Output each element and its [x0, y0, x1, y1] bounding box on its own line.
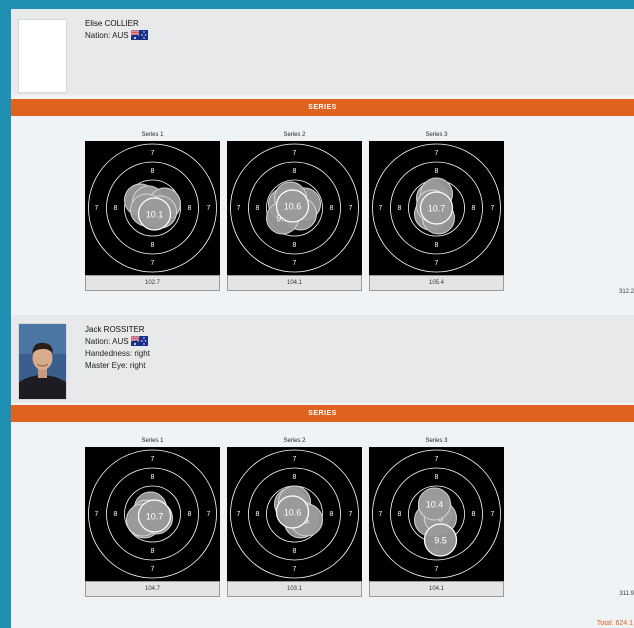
target-ring-number: 8	[398, 511, 402, 518]
target-ring-number: 7	[207, 511, 211, 518]
target-ring-number: 8	[114, 511, 118, 518]
target-ring-number: 8	[293, 548, 297, 555]
athlete-nation: Nation: AUS	[85, 30, 148, 42]
target-ring-number: 7	[435, 456, 439, 463]
target-ring-number: 7	[151, 150, 155, 157]
target-ring-number: 7	[491, 205, 495, 212]
target-diagram: 777788889.510.6	[227, 141, 362, 275]
series-score: 103.1	[227, 581, 362, 597]
target-ring-number: 7	[151, 260, 155, 267]
target-ring-number: 8	[435, 168, 439, 175]
target-ring-number: 8	[330, 205, 334, 212]
australia-flag-icon	[130, 336, 148, 346]
series-target: Series 1 77778888910.510.310.1 102.7	[85, 129, 220, 291]
series-target: Series 3 7 7 7 7 8 8 8 8 10.7 105.4	[369, 129, 504, 291]
target-ring-number: 8	[188, 511, 192, 518]
athlete-nation: Nation: AUS	[85, 336, 150, 348]
target-ring-number: 8	[151, 548, 155, 555]
series-score: 105.4	[369, 275, 504, 291]
nation-label: Nation: AUS	[85, 337, 129, 346]
target-ring-number: 7	[207, 205, 211, 212]
results-panel: Elise COLLIER Nation: AUS SERIES Series …	[11, 9, 634, 628]
athlete-photo	[18, 323, 67, 400]
target-diagram: 777788881010.49.5	[369, 447, 504, 581]
series-target: Series 2 777788889.510.6 104.1	[227, 129, 362, 291]
target-ring-number: 7	[379, 511, 383, 518]
shot-value: 10.7	[428, 204, 446, 214]
target-ring-number: 7	[293, 150, 297, 157]
target-diagram: 77778888910.510.310.1	[85, 141, 220, 275]
target-ring-number: 8	[256, 511, 260, 518]
target-ring-number: 8	[114, 205, 118, 212]
series-header-bar: SERIES	[11, 405, 634, 422]
series-target: Series 2 77778888510.6 103.1	[227, 435, 362, 597]
series-title: Series 2	[283, 438, 306, 444]
target-ring-number: 7	[379, 205, 383, 212]
target-ring-number: 8	[151, 242, 155, 249]
shot-value: 9.5	[434, 536, 447, 546]
nation-label: Nation: AUS	[85, 31, 129, 40]
target-ring-number: 7	[151, 566, 155, 573]
athlete-name: Elise COLLIER	[85, 19, 139, 28]
target-ring-number: 8	[472, 205, 476, 212]
athlete-subtotal: 312.2	[618, 289, 634, 295]
target-diagram: 77778888110.7	[85, 447, 220, 581]
athlete-master-eye: Master Eye: right	[85, 361, 146, 370]
target-ring-number: 7	[293, 566, 297, 573]
target-ring-number: 8	[293, 168, 297, 175]
series-title: Series 3	[425, 132, 448, 138]
target-ring-number: 8	[293, 242, 297, 249]
grand-total: Total: 624.1	[596, 620, 633, 627]
series-title: Series 2	[283, 132, 306, 138]
target-ring-number: 8	[151, 474, 155, 481]
target-ring-number: 8	[472, 511, 476, 518]
target-ring-number: 7	[349, 205, 353, 212]
target-ring-number: 7	[237, 205, 241, 212]
series-header-bar: SERIES	[11, 99, 634, 116]
target-ring-number: 8	[256, 205, 260, 212]
shot-value: 10.6	[284, 202, 302, 212]
target-ring-number: 8	[293, 474, 297, 481]
australia-flag-icon	[130, 30, 148, 40]
athlete-photo-placeholder	[18, 19, 67, 93]
target-ring-number: 7	[293, 456, 297, 463]
target-ring-number: 7	[435, 260, 439, 267]
target-ring-number: 8	[188, 205, 192, 212]
series-title: Series 3	[425, 438, 448, 444]
shot-value: 10.6	[284, 508, 302, 518]
shot-value: 10.7	[146, 512, 164, 522]
athlete-header: Elise COLLIER Nation: AUS	[11, 9, 634, 95]
target-ring-number: 7	[435, 566, 439, 573]
target-ring-number: 7	[237, 511, 241, 518]
target-ring-number: 7	[95, 205, 99, 212]
target-ring-number: 8	[435, 474, 439, 481]
series-score: 104.1	[369, 581, 504, 597]
shot-value: 10.4	[426, 500, 444, 510]
target-diagram: 7 7 7 7 8 8 8 8 10.7	[369, 141, 504, 275]
shot-value: 10.1	[146, 210, 164, 220]
target-ring-number: 8	[398, 205, 402, 212]
target-ring-number: 8	[330, 511, 334, 518]
target-ring-number: 7	[293, 260, 297, 267]
athlete-handedness: Handedness: right	[85, 349, 150, 358]
series-target: Series 1 77778888110.7 104.7	[85, 435, 220, 597]
target-ring-number: 8	[435, 242, 439, 249]
series-score: 104.7	[85, 581, 220, 597]
target-ring-number: 7	[349, 511, 353, 518]
target-diagram: 77778888510.6	[227, 447, 362, 581]
target-ring-number: 7	[151, 456, 155, 463]
athlete-name: Jack ROSSITER	[85, 325, 145, 334]
athlete-subtotal: 311.9	[619, 591, 634, 597]
series-score: 104.1	[227, 275, 362, 291]
series-title: Series 1	[141, 438, 164, 444]
series-title: Series 1	[141, 132, 164, 138]
target-ring-number: 7	[491, 511, 495, 518]
athlete-header: Jack ROSSITER Nation: AUS Handedness: ri…	[11, 315, 634, 403]
shot-marker: 10.4	[418, 487, 451, 521]
target-ring-number: 7	[435, 150, 439, 157]
series-score: 102.7	[85, 275, 220, 291]
target-ring-number: 8	[151, 168, 155, 175]
series-target: Series 3 777788881010.49.5 104.1	[369, 435, 504, 597]
target-ring-number: 7	[95, 511, 99, 518]
